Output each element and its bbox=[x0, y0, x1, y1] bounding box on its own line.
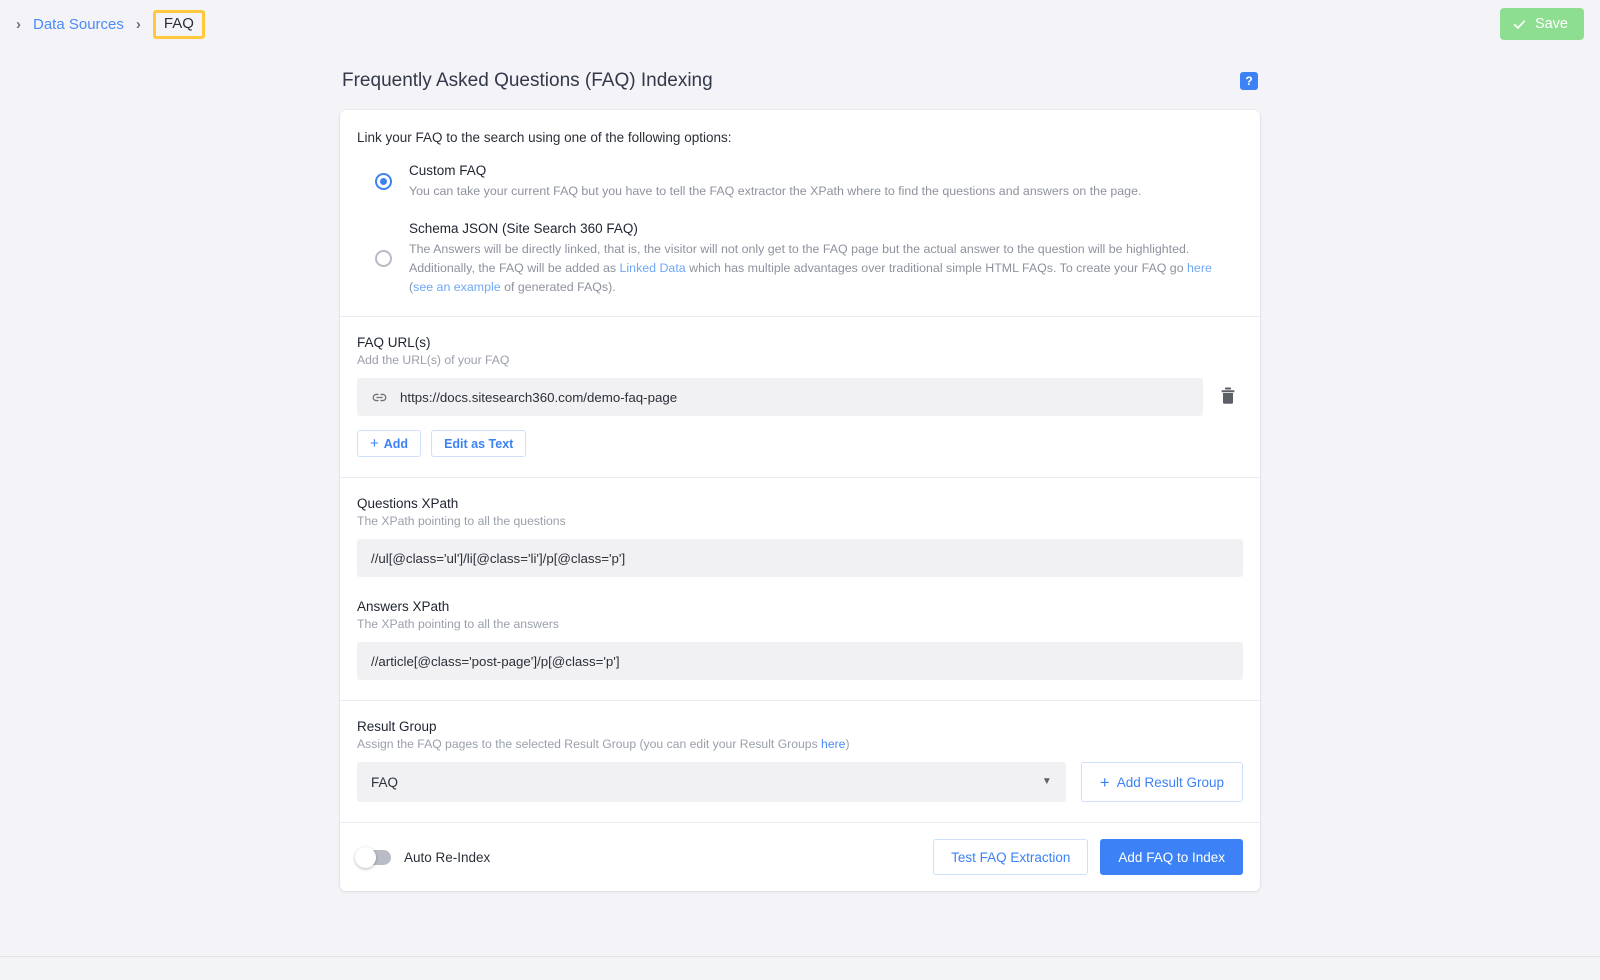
answers-xpath-hint: The XPath pointing to all the answers bbox=[357, 617, 559, 632]
help-icon[interactable]: ? bbox=[1240, 72, 1258, 90]
breadcrumb-separator-chevron-icon: › bbox=[135, 15, 141, 33]
questions-xpath-input[interactable]: //ul[@class='ul']/li[@class='li']/p[@cla… bbox=[357, 539, 1243, 578]
delete-url-button[interactable] bbox=[1213, 382, 1243, 413]
result-group-hint: Assign the FAQ pages to the selected Res… bbox=[357, 737, 1243, 751]
top-bar: › Data Sources › FAQ Save bbox=[0, 0, 1600, 48]
card-footer-bar: Auto Re-Index Test FAQ Extraction Add FA… bbox=[340, 822, 1260, 891]
option-custom-faq-desc: You can take your current FAQ but you ha… bbox=[409, 184, 1142, 198]
option-schema-json-desc: The Answers will be directly linked, tha… bbox=[409, 240, 1239, 297]
breadcrumb-leading-chevron-icon: › bbox=[16, 15, 21, 33]
faq-url-row: https://docs.sitesearch360.com/demo-faq-… bbox=[357, 378, 1243, 417]
result-group-selected-value: FAQ bbox=[371, 774, 399, 790]
breadcrumb: › Data Sources › FAQ bbox=[14, 9, 205, 39]
save-button[interactable]: Save bbox=[1499, 8, 1584, 40]
page-title-row: Frequently Asked Questions (FAQ) Indexin… bbox=[340, 70, 1260, 110]
faq-url-input[interactable]: https://docs.sitesearch360.com/demo-faq-… bbox=[357, 378, 1203, 417]
test-faq-extraction-button[interactable]: Test FAQ Extraction bbox=[933, 839, 1089, 876]
option-custom-faq-radio-col bbox=[357, 173, 409, 191]
add-faq-to-index-button[interactable]: Add FAQ to Index bbox=[1100, 839, 1243, 876]
questions-xpath-label: Questions XPath bbox=[357, 496, 459, 512]
add-url-button-label: Add bbox=[383, 436, 409, 451]
footer-actions: Test FAQ Extraction Add FAQ to Index bbox=[933, 839, 1243, 876]
page-title: Frequently Asked Questions (FAQ) Indexin… bbox=[342, 70, 713, 91]
option-custom-faq[interactable]: Custom FAQ You can take your current FAQ… bbox=[357, 161, 1243, 201]
result-group-hint-part1: Assign the FAQ pages to the selected Res… bbox=[357, 737, 822, 752]
option-schema-json-body: Schema JSON (Site Search 360 FAQ) The An… bbox=[409, 221, 1243, 297]
link-here-create-faq[interactable]: here bbox=[1187, 261, 1212, 275]
content-column: Frequently Asked Questions (FAQ) Indexin… bbox=[340, 70, 1260, 892]
result-group-hint-part2: ) bbox=[845, 737, 850, 752]
result-group-section: Result Group Assign the FAQ pages to the… bbox=[340, 700, 1260, 822]
schema-desc-part2: which has multiple advantages over tradi… bbox=[685, 260, 1188, 275]
faq-urls-section: FAQ URL(s) Add the URL(s) of your FAQ ht… bbox=[340, 316, 1260, 477]
answers-xpath-input[interactable]: //article[@class='post-page']/p[@class='… bbox=[357, 642, 1243, 681]
auto-reindex-toggle[interactable] bbox=[355, 846, 391, 868]
breadcrumb-link-data-sources[interactable]: Data Sources bbox=[33, 16, 124, 33]
link-icon bbox=[371, 389, 388, 406]
plus-icon: + bbox=[1099, 772, 1110, 792]
edit-as-text-button-label: Edit as Text bbox=[444, 436, 514, 451]
bottom-strip bbox=[0, 956, 1600, 980]
link-see-an-example[interactable]: see an example bbox=[413, 280, 500, 294]
xpath-section: Questions XPath The XPath pointing to al… bbox=[340, 477, 1260, 700]
option-custom-faq-title: Custom FAQ bbox=[409, 163, 487, 178]
radio-custom-faq[interactable] bbox=[374, 173, 392, 191]
check-icon bbox=[1512, 17, 1527, 32]
option-custom-faq-body: Custom FAQ You can take your current FAQ… bbox=[409, 163, 1243, 201]
answers-xpath-block: Answers XPath The XPath pointing to all … bbox=[357, 599, 1243, 681]
option-schema-json-title: Schema JSON (Site Search 360 FAQ) bbox=[409, 220, 638, 236]
add-result-group-button[interactable]: + Add Result Group bbox=[1080, 762, 1243, 803]
faq-urls-hint: Add the URL(s) of your FAQ bbox=[357, 353, 510, 368]
radio-schema-json[interactable] bbox=[374, 250, 392, 268]
edit-as-text-button[interactable]: Edit as Text bbox=[431, 430, 527, 458]
breadcrumb-current-label: FAQ bbox=[163, 14, 194, 32]
questions-xpath-hint: The XPath pointing to all the questions bbox=[357, 514, 566, 529]
questions-xpath-block: Questions XPath The XPath pointing to al… bbox=[357, 496, 1243, 578]
faq-url-value: https://docs.sitesearch360.com/demo-faq-… bbox=[400, 389, 678, 405]
result-group-label: Result Group bbox=[357, 719, 437, 735]
chevron-down-icon: ▼ bbox=[1041, 776, 1052, 788]
link-options-section: Link your FAQ to the search using one of… bbox=[340, 110, 1260, 316]
option-schema-json-radio-col bbox=[357, 250, 409, 268]
toggle-knob bbox=[355, 846, 376, 868]
auto-reindex-control[interactable]: Auto Re-Index bbox=[355, 846, 491, 868]
result-group-row: FAQ ▼ + Add Result Group bbox=[357, 762, 1243, 803]
breadcrumb-current-highlight[interactable]: FAQ bbox=[152, 9, 205, 39]
result-group-select[interactable]: FAQ ▼ bbox=[357, 762, 1066, 803]
add-url-button[interactable]: + Add bbox=[357, 430, 422, 458]
link-here-result-groups[interactable]: here bbox=[821, 737, 845, 751]
add-result-group-button-label: Add Result Group bbox=[1116, 774, 1224, 790]
plus-icon: + bbox=[370, 435, 379, 453]
link-linked-data[interactable]: Linked Data bbox=[620, 261, 686, 275]
schema-desc-part4: of generated FAQs). bbox=[500, 279, 616, 294]
faq-settings-card: Link your FAQ to the search using one of… bbox=[340, 110, 1260, 892]
auto-reindex-label: Auto Re-Index bbox=[404, 849, 491, 865]
option-schema-json[interactable]: Schema JSON (Site Search 360 FAQ) The An… bbox=[357, 219, 1243, 297]
answers-xpath-label: Answers XPath bbox=[357, 599, 450, 615]
page-body: Frequently Asked Questions (FAQ) Indexin… bbox=[0, 48, 1600, 892]
faq-urls-label: FAQ URL(s) bbox=[357, 335, 431, 351]
faq-url-buttons: + Add Edit as Text bbox=[357, 430, 1243, 458]
save-button-label: Save bbox=[1534, 16, 1568, 32]
trash-icon bbox=[1219, 386, 1237, 409]
link-options-intro: Link your FAQ to the search using one of… bbox=[357, 130, 732, 145]
